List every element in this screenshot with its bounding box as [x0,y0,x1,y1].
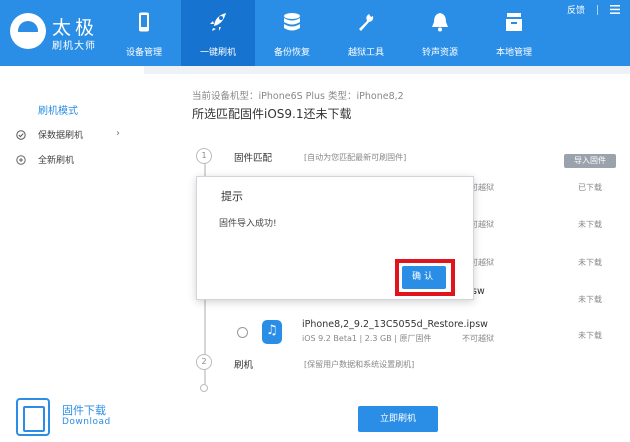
nav-jailbreak-tools[interactable]: 越狱工具 [329,0,403,66]
nav-local-manage[interactable]: 本地管理 [477,0,551,66]
nav-label: 铃声资源 [421,48,458,58]
nav-backup-restore[interactable]: 备份恢复 [255,0,329,66]
nav-ringtones[interactable]: 铃声资源 [403,0,477,66]
chevron-right-icon: › [116,128,120,139]
step-hint: [保留用户数据和系统设置刷机] [304,360,415,369]
nav-label: 越狱工具 [347,48,384,58]
logo-subtitle: 刷机大师 [52,41,96,52]
menu-icon[interactable] [610,5,620,14]
import-firmware-button[interactable]: 导入固件 [564,154,616,168]
step-label: 固件匹配 [234,153,273,164]
confirm-button[interactable]: 确认 [402,266,446,289]
firmware-music-icon [262,320,282,344]
nav-label: 一键刷机 [199,48,236,58]
wrench-icon [359,14,374,31]
firmware-radio[interactable] [237,327,248,338]
row-status: 未下载 [578,331,602,340]
firmware-download-link[interactable]: 固件下载 Download [16,398,136,436]
phone-icon [139,12,149,32]
nav-label: 本地管理 [495,48,532,58]
sidebar-title: 刷机模式 [38,106,78,117]
check-circle-icon [16,129,26,140]
sidebar-item-label: 保数据刷机 [38,131,84,141]
firmware-download-icon [16,398,50,436]
highlight-box: 确认 [395,259,455,296]
step-number: 2 [196,354,212,370]
main-nav: 设备管理 一键刷机 备份恢复 越狱工具 铃声资源 本地管理 [107,0,551,66]
notice-dialog: 提示 固件导入成功! 确认 [196,176,474,300]
bell-icon [432,13,448,32]
feedback-link[interactable]: 反馈 [567,3,585,16]
row-status: 未下载 [578,220,602,229]
firmware-meta: iOS 9.2 Beta1 | 2.3 GB | 原厂固件 [302,334,432,343]
download-title: 固件下载 [62,404,106,417]
row-status: 未下载 [578,258,602,267]
nav-device-manage[interactable]: 设备管理 [107,0,181,66]
database-icon [284,13,300,31]
nav-label: 设备管理 [125,48,162,58]
timeline-end-dot [200,384,208,392]
flash-now-button[interactable]: 立即刷机 [358,406,438,432]
row-status: 未下载 [578,295,602,304]
nav-label: 备份恢复 [273,48,310,58]
step-number: 1 [196,148,212,164]
dialog-title: 提示 [221,190,243,203]
taiji-logo-icon [10,13,46,49]
app-logo: 太极 刷机大师 [10,9,120,57]
step-label: 刷机 [234,360,254,371]
box-icon [506,13,522,31]
sidebar-item-keep-data-flash[interactable]: 保数据刷机 › [16,128,120,141]
dialog-message: 固件导入成功! [219,219,277,229]
firmware-name: iPhone8,2_9.2_13C5055d_Restore.ipsw [302,319,488,330]
sidebar-item-label: 全新刷机 [38,156,75,166]
page-title: 所选匹配固件iOS9.1还未下载 [192,107,352,121]
sidebar: 刷机模式 保数据刷机 › 全新刷机 固件下载 Download [0,66,144,442]
step-hint: [自动为您匹配最新可刷固件] [304,153,407,162]
sidebar-item-fresh-flash[interactable]: 全新刷机 [16,153,74,166]
divider [597,4,598,15]
download-subtitle: Download [62,417,111,427]
app-header: 太极 刷机大师 设备管理 一键刷机 备份恢复 越狱工具 铃声资源 本地管理 反馈 [0,0,630,66]
plus-circle-icon [16,154,26,165]
device-info: 当前设备机型：iPhone6S Plus 类型：iPhone8,2 [192,91,404,102]
logo-title: 太极 [52,17,99,39]
nav-one-key-flash[interactable]: 一键刷机 [181,0,255,66]
row-status: 已下载 [578,183,602,192]
top-links: 反馈 [567,3,620,16]
row-note: 不可越狱 [462,334,494,343]
rocket-icon [210,13,226,31]
